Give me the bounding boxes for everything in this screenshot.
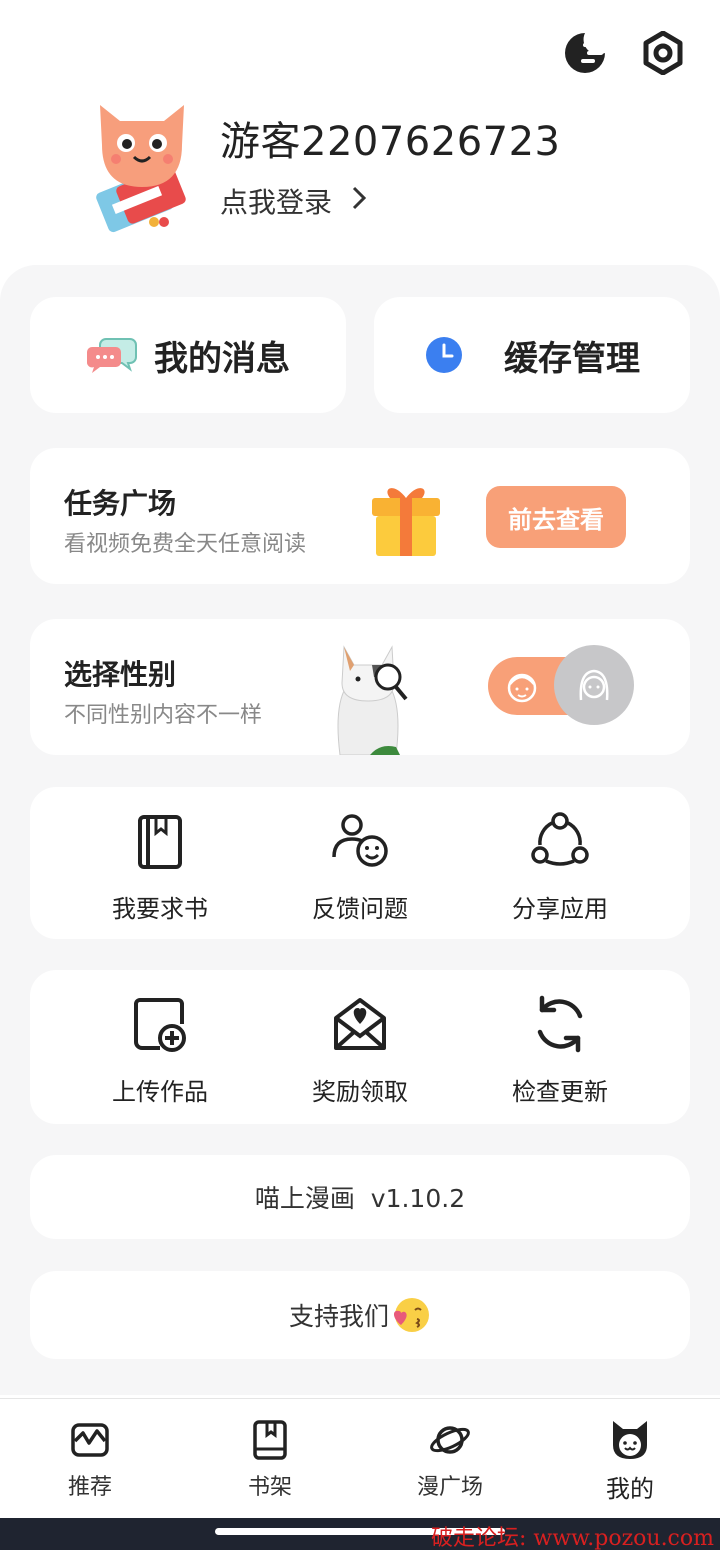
tab-bookshelf-label: 书架 <box>247 1475 292 1500</box>
tab-comic-plaza-label: 漫广场 <box>416 1475 483 1500</box>
night-mode-icon[interactable] <box>562 30 608 76</box>
top-actions <box>562 30 686 76</box>
avatar[interactable] <box>92 95 192 235</box>
tab-recommend-label: 推荐 <box>67 1475 112 1500</box>
clock-icon <box>426 337 462 373</box>
gender-title: 选择性别 <box>64 658 177 691</box>
tab-comic-plaza[interactable]: 漫广场 <box>360 1399 540 1518</box>
settings-gear-icon[interactable] <box>640 30 686 76</box>
check-update-button[interactable]: 检查更新 <box>460 994 660 1107</box>
upload-file-icon <box>134 998 186 1052</box>
gender-select-card[interactable]: 选择性别 不同性别内容不一样 <box>30 619 690 755</box>
bookmark-book-icon <box>253 1420 287 1460</box>
go-view-button[interactable]: 前去查看 <box>486 486 626 548</box>
username: 游客2207626723 <box>220 119 561 165</box>
support-us-label: 支持我们 <box>288 1302 389 1331</box>
bottom-tab-bar: 推荐 书架 漫广场 我的 <box>0 1398 720 1518</box>
share-app-label: 分享应用 <box>512 895 608 923</box>
feedback-label: 反馈问题 <box>312 895 408 923</box>
task-plaza-subtitle: 看视频免费全天任意阅读 <box>64 532 307 557</box>
rewards-claim-label: 奖励领取 <box>312 1078 408 1106</box>
image-zigzag-icon <box>71 1423 109 1457</box>
gift-box-icon <box>372 488 440 556</box>
login-prompt: 点我登录 <box>220 186 333 219</box>
tools-grid-1: 我要求书 反馈问题 分享应用 <box>30 787 690 939</box>
upload-work-button[interactable]: 上传作品 <box>60 994 260 1107</box>
upload-work-label: 上传作品 <box>112 1078 208 1106</box>
watermark-text: 破走论坛: www.pozou.com <box>430 1526 714 1550</box>
gender-subtitle: 不同性别内容不一样 <box>64 703 263 728</box>
my-messages-button[interactable]: 我的消息 <box>30 297 346 413</box>
planet-icon <box>430 1426 470 1454</box>
request-book-button[interactable]: 我要求书 <box>60 811 260 924</box>
user-smile-icon <box>332 814 388 867</box>
book-icon <box>138 815 182 869</box>
main-panel: 我的消息 缓存管理 任务广场 看视频免费全天任意阅读 前去查看 选择性别 不同性… <box>0 265 720 1395</box>
cat-face-icon <box>613 1421 647 1459</box>
cache-management-label: 缓存管理 <box>504 338 640 379</box>
refresh-icon <box>537 995 583 1053</box>
check-update-label: 检查更新 <box>512 1078 608 1106</box>
share-app-button[interactable]: 分享应用 <box>460 811 660 924</box>
toggle-knob <box>554 645 634 725</box>
chat-bubbles-icon <box>86 338 137 373</box>
share-nodes-icon <box>531 812 589 866</box>
tab-mine[interactable]: 我的 <box>540 1399 720 1518</box>
my-messages-label: 我的消息 <box>154 338 290 379</box>
feedback-button[interactable]: 反馈问题 <box>260 811 460 924</box>
kiss-emoji-icon <box>394 1298 429 1332</box>
tab-bookshelf[interactable]: 书架 <box>180 1399 360 1518</box>
gender-toggle[interactable] <box>488 645 634 727</box>
task-plaza-title: 任务广场 <box>64 487 177 520</box>
tab-recommend[interactable]: 推荐 <box>0 1399 180 1518</box>
female-face-icon <box>579 669 609 701</box>
rewards-claim-button[interactable]: 奖励领取 <box>260 994 460 1107</box>
task-plaza-card[interactable]: 任务广场 看视频免费全天任意阅读 前去查看 <box>30 448 690 584</box>
support-us-button[interactable]: 支持我们 <box>30 1271 690 1359</box>
chevron-right-icon <box>350 184 368 219</box>
male-face-icon <box>507 673 537 703</box>
version-text: 喵上漫画 v1.10.2 <box>254 1184 466 1213</box>
version-info: 喵上漫画 v1.10.2 <box>30 1155 690 1239</box>
tools-grid-2: 上传作品 奖励领取 检查更新 <box>30 970 690 1124</box>
login-link[interactable]: 点我登录 <box>220 181 561 221</box>
cat-magnifier-illustration <box>337 645 408 755</box>
profile-header[interactable]: 游客2207626723 点我登录 <box>92 95 561 235</box>
tab-mine-label: 我的 <box>606 1475 654 1503</box>
request-book-label: 我要求书 <box>112 895 208 923</box>
cache-management-button[interactable]: 缓存管理 <box>374 297 690 413</box>
system-nav-bar: 破走论坛: www.pozou.com <box>0 1518 720 1550</box>
heart-envelope-icon <box>334 998 386 1050</box>
